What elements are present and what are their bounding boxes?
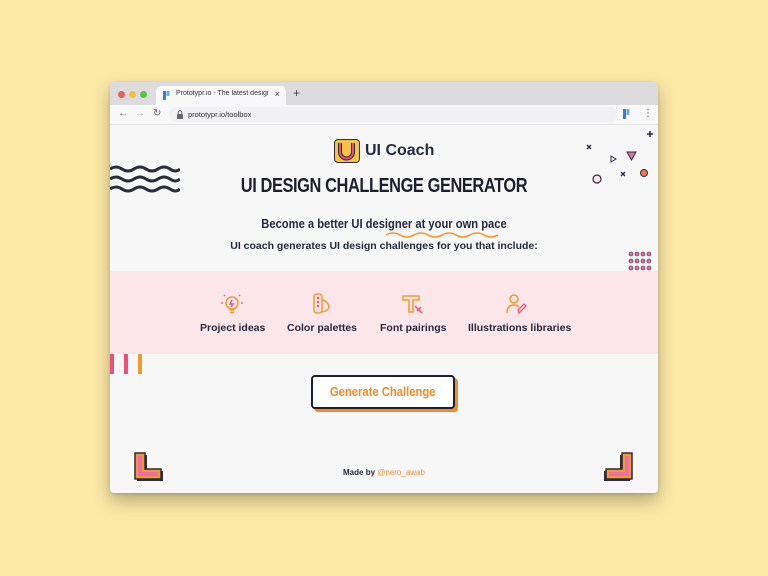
url-text: prototypr.io/toolbox — [188, 110, 252, 119]
feature-color-palettes: Color palettes — [287, 271, 357, 354]
browser-window: Prototypr.io - The latest design and × +… — [110, 82, 658, 493]
subtitle: Become a better UI designer at your own … — [148, 216, 619, 231]
tab-strip: Prototypr.io - The latest design and × + — [110, 82, 658, 105]
back-button[interactable]: ← — [118, 108, 128, 120]
maximize-window-button[interactable] — [140, 91, 147, 98]
feature-label: Project ideas — [200, 322, 266, 334]
made-by-text: Made by — [343, 468, 378, 477]
feature-project-ideas: Project ideas — [200, 271, 266, 354]
extension-icon[interactable] — [623, 109, 631, 119]
ui-coach-logo[interactable] — [334, 139, 360, 163]
author-link[interactable]: @nero_awab — [377, 468, 425, 477]
page-content: UI Coach UI DESIGN CHALLENGE GENERATOR B… — [110, 125, 658, 493]
typography-icon — [402, 295, 423, 314]
feature-label: Font pairings — [380, 322, 447, 334]
address-bar[interactable]: prototypr.io/toolbox ☆ — [169, 107, 617, 122]
prototypr-favicon-icon — [163, 91, 170, 100]
tab-title: Prototypr.io - The latest design and — [176, 90, 268, 97]
subtitle-text: Become a better UI designer — [261, 216, 416, 231]
new-tab-button[interactable]: + — [293, 86, 300, 100]
close-window-button[interactable] — [118, 91, 125, 98]
browser-toolbar: ← → ↻ prototypr.io/toolbox ☆ ⋮ — [110, 105, 658, 125]
browser-tab[interactable]: Prototypr.io - The latest design and × — [156, 86, 286, 105]
generate-challenge-button[interactable]: Generate Challenge — [311, 375, 455, 409]
browser-menu-icon[interactable]: ⋮ — [643, 108, 653, 120]
feature-label: Color palettes — [287, 322, 358, 334]
lightbulb-icon — [221, 294, 243, 314]
footer: Made by @nero_awab — [110, 468, 658, 477]
minimize-window-button[interactable] — [129, 91, 136, 98]
palette-icon — [313, 293, 330, 314]
generate-challenge-label: Generate Challenge — [330, 385, 436, 399]
reload-button[interactable]: ↻ — [153, 108, 161, 120]
feature-font-pairings: Font pairings — [380, 271, 447, 354]
forward-button[interactable]: → — [135, 108, 145, 120]
logo-text: UI Coach — [365, 142, 435, 159]
illustrator-icon — [506, 294, 527, 315]
features-band: Project ideas Color palettes Font pairin… — [110, 271, 658, 354]
squiggle-underline-decoration — [386, 232, 499, 238]
dots-decoration — [628, 251, 652, 271]
feature-label: Illustrations libraries — [468, 322, 572, 334]
tab-close-icon[interactable]: × — [275, 89, 280, 100]
lock-icon — [177, 110, 183, 119]
bars-decoration — [110, 354, 142, 374]
page-title: UI DESIGN CHALLENGE GENERATOR — [240, 175, 528, 197]
feature-illustrations-libraries: Illustrations libraries — [468, 271, 572, 354]
subtitle-highlight: at your own pace — [415, 216, 507, 231]
magnet-u-icon — [338, 143, 355, 161]
intro-text: UI coach generates UI design challenges … — [230, 240, 538, 252]
